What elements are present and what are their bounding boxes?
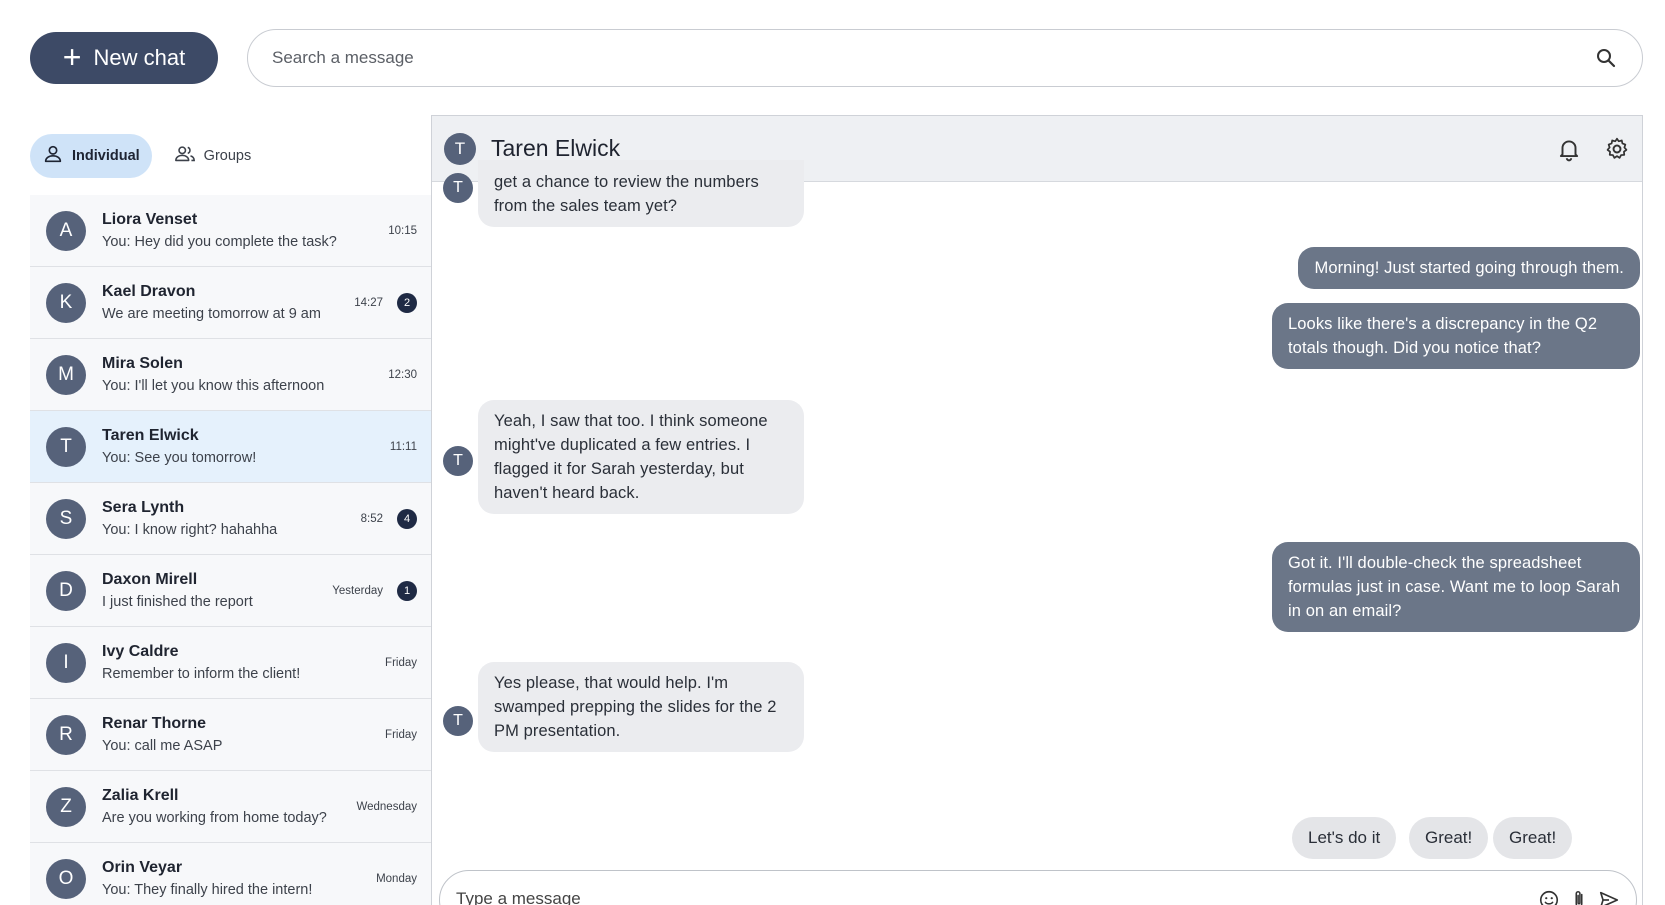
avatar: M	[46, 354, 86, 395]
sender-avatar: T	[443, 446, 473, 476]
timestamp: 8:52	[360, 512, 383, 525]
message-preview: Are you working from home today?	[102, 810, 327, 826]
message-preview: Remember to inform the client!	[102, 666, 301, 682]
message-preview: You: I know right? hahahha	[102, 522, 278, 538]
emoji-icon[interactable]	[1538, 889, 1560, 905]
bell-icon[interactable]	[1556, 136, 1582, 162]
search-bar[interactable]	[247, 29, 1643, 87]
timestamp: Yesterday	[332, 584, 383, 597]
send-icon[interactable]	[1598, 889, 1620, 905]
outgoing-message: Got it. I'll double-check the spreadshee…	[1272, 542, 1640, 632]
timestamp: Friday	[385, 728, 417, 741]
incoming-message: Yes please, that would help. I'm swamped…	[478, 662, 804, 752]
conversation-item[interactable]: A Liora Venset You: Hey did you complete …	[30, 195, 431, 267]
conversation-item[interactable]: S Sera Lynth You: I know right? hahahha 8…	[30, 483, 431, 555]
message-preview: You: They finally hired the intern!	[102, 882, 313, 898]
plus-icon: +	[62, 38, 82, 75]
message-preview: You: call me ASAP	[102, 738, 223, 754]
conversation-item[interactable]: O Orin Veyar You: They finally hired the …	[30, 843, 431, 905]
contact-name: Zalia Krell	[102, 787, 179, 804]
attachment-icon[interactable]	[1568, 889, 1590, 905]
avatar: T	[46, 426, 86, 467]
message-input[interactable]	[456, 889, 1530, 905]
timestamp: Friday	[385, 656, 417, 669]
tab-groups[interactable]: Groups	[162, 134, 264, 178]
contact-avatar: T	[444, 132, 476, 165]
new-chat-label: New chat	[93, 45, 186, 70]
outgoing-message: Morning! Just started going through them…	[1298, 247, 1640, 289]
quick-reply-chip[interactable]: Let's do it	[1292, 817, 1397, 859]
incoming-message: get a chance to review the numbers from …	[478, 160, 804, 227]
quick-reply-chip[interactable]: Great!	[1409, 817, 1489, 859]
timestamp: Wednesday	[356, 800, 417, 813]
contact-name: Taren Elwick	[102, 427, 199, 444]
sender-avatar: T	[443, 706, 473, 736]
tab-individual-label: Individual	[72, 148, 140, 164]
contact-name: Sera Lynth	[102, 499, 185, 516]
sender-avatar: T	[443, 173, 473, 203]
contact-name: Orin Veyar	[102, 859, 183, 876]
message-preview: We are meeting tomorrow at 9 am	[102, 306, 321, 322]
outgoing-message: Looks like there's a discrepancy in the …	[1272, 303, 1640, 369]
conversation-item-selected[interactable]: T Taren Elwick You: See you tomorrow! 11:…	[30, 411, 431, 483]
avatar: R	[46, 714, 86, 755]
message-preview: You: I'll let you know this afternoon	[102, 378, 325, 394]
search-input[interactable]	[272, 48, 1594, 68]
unread-badge: 4	[397, 508, 417, 529]
contact-name: Renar Thorne	[102, 715, 207, 732]
conversation-list: A Liora Venset You: Hey did you complete …	[30, 195, 432, 905]
incoming-message: Yeah, I saw that too. I think someone mi…	[478, 400, 804, 514]
contact-name: Ivy Caldre	[102, 643, 179, 660]
message-composer	[439, 870, 1637, 905]
person-icon	[42, 143, 64, 169]
message-preview: I just finished the report	[102, 594, 253, 610]
message-preview: You: Hey did you complete the task?	[102, 234, 337, 250]
timestamp: 11:11	[389, 440, 417, 453]
timestamp: 10:15	[388, 224, 417, 237]
message-preview: You: See you tomorrow!	[102, 450, 257, 466]
avatar: A	[46, 210, 86, 251]
gear-icon[interactable]	[1604, 136, 1630, 162]
avatar: K	[46, 282, 86, 323]
timestamp: 12:30	[388, 368, 417, 381]
timestamp: 14:27	[354, 296, 383, 309]
contact-name: Kael Dravon	[102, 283, 196, 300]
tab-individual[interactable]: Individual	[30, 134, 152, 178]
avatar: I	[46, 642, 86, 683]
unread-badge: 2	[397, 292, 417, 313]
conversation-item[interactable]: Z Zalia Krell Are you working from home t…	[30, 771, 431, 843]
contact-name: Daxon Mirell	[102, 571, 198, 588]
chat-title: Taren Elwick	[491, 135, 621, 161]
quick-reply-chip[interactable]: Great!	[1493, 817, 1573, 859]
contact-name: Liora Venset	[102, 211, 198, 228]
contact-name: Mira Solen	[102, 355, 183, 372]
avatar: O	[46, 858, 86, 899]
timestamp: Monday	[376, 872, 417, 885]
group-icon	[174, 143, 196, 169]
avatar: S	[46, 498, 86, 539]
conversation-item[interactable]: R Renar Thorne You: call me ASAP Friday	[30, 699, 431, 771]
conversation-item[interactable]: D Daxon Mirell I just finished the report…	[30, 555, 431, 627]
avatar: D	[46, 570, 86, 611]
conversation-item[interactable]: K Kael Dravon We are meeting tomorrow at …	[30, 267, 431, 339]
tab-groups-label: Groups	[203, 148, 252, 164]
new-chat-button[interactable]: + New chat	[30, 32, 218, 84]
conversation-item[interactable]: I Ivy Caldre Remember to inform the clien…	[30, 627, 431, 699]
unread-badge: 1	[397, 580, 417, 601]
avatar: Z	[46, 786, 86, 827]
search-icon[interactable]	[1594, 46, 1618, 70]
chat-panel: T Taren Elwick T get a chance to review …	[431, 115, 1643, 905]
conversation-tabs: Individual Groups	[30, 134, 263, 180]
conversation-item[interactable]: M Mira Solen You: I'll let you know this …	[30, 339, 431, 411]
